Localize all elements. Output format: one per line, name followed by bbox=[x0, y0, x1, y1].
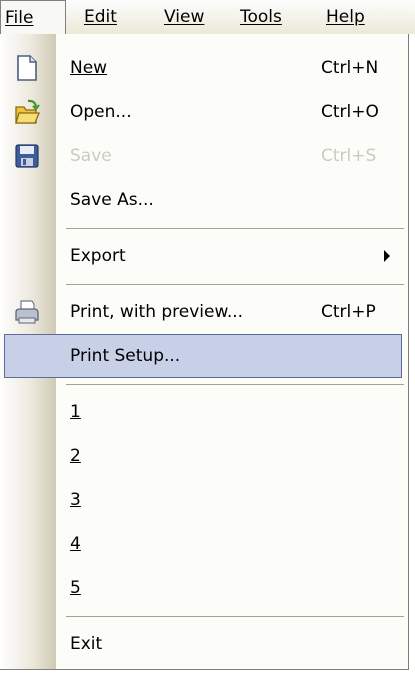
menu-item-label: 3 bbox=[70, 478, 81, 522]
menu-item-save-as[interactable]: Save As... bbox=[0, 178, 407, 222]
menu-item-label: 1 bbox=[70, 390, 81, 434]
menu-item-save: Save Ctrl+S bbox=[0, 134, 407, 178]
menu-item-label: 2 bbox=[70, 434, 81, 478]
shortcut-text: Ctrl+P bbox=[321, 302, 376, 322]
recent-file-item[interactable]: 2 bbox=[0, 434, 407, 478]
menu-item-label: New bbox=[70, 46, 107, 90]
menu-item-label: Export bbox=[70, 246, 126, 266]
recent-file-item[interactable]: 3 bbox=[0, 478, 407, 522]
menu-item-label: Exit bbox=[70, 634, 103, 654]
recent-file-item[interactable]: 4 bbox=[0, 522, 407, 566]
menu-separator bbox=[66, 284, 404, 285]
open-folder-icon bbox=[15, 99, 40, 124]
recent-number: 3 bbox=[70, 490, 81, 510]
menu-item-print-setup[interactable]: Print Setup... bbox=[4, 334, 402, 378]
shortcut-text: Ctrl+S bbox=[321, 146, 377, 166]
menu-item-label: 4 bbox=[70, 522, 81, 566]
shortcut-text: Ctrl+N bbox=[321, 58, 379, 78]
menu-item-open[interactable]: Open... Ctrl+O bbox=[0, 90, 407, 134]
recent-file-item[interactable]: 5 bbox=[0, 566, 407, 610]
menu-view[interactable]: View bbox=[164, 0, 204, 34]
menu-item-label: Print Setup... bbox=[70, 346, 181, 366]
floppy-disk-icon bbox=[15, 144, 39, 168]
menu-separator bbox=[66, 616, 404, 617]
menu-tools[interactable]: Tools bbox=[240, 0, 282, 34]
menu-item-label: Print, with preview... bbox=[70, 302, 244, 322]
recent-number: 1 bbox=[70, 402, 81, 422]
menu-item-label: Save bbox=[70, 146, 112, 166]
submenu-arrow-icon bbox=[384, 250, 390, 262]
new-label-text: New bbox=[70, 58, 108, 78]
recent-number: 2 bbox=[70, 446, 81, 466]
menu-file[interactable]: File bbox=[0, 0, 66, 34]
new-document-icon bbox=[17, 55, 37, 81]
menu-item-print-preview[interactable]: Print, with preview... Ctrl+P bbox=[0, 290, 407, 334]
printer-icon bbox=[15, 300, 39, 324]
shortcut-text: Ctrl+O bbox=[321, 102, 379, 122]
menu-edit[interactable]: Edit bbox=[84, 0, 117, 34]
menu-item-exit[interactable]: Exit bbox=[0, 622, 407, 666]
recent-file-item[interactable]: 1 bbox=[0, 390, 407, 434]
menu-bar: File Edit View Tools Help bbox=[0, 0, 415, 34]
menu-separator bbox=[66, 228, 404, 229]
menu-item-label: 5 bbox=[70, 566, 81, 610]
menu-separator bbox=[66, 384, 404, 385]
recent-number: 4 bbox=[70, 534, 81, 554]
file-dropdown-menu: New Ctrl+N Open... Ctrl+O Save Ctrl+S Sa… bbox=[0, 34, 409, 670]
recent-number: 5 bbox=[70, 578, 81, 598]
menu-item-label: Open... bbox=[70, 102, 132, 122]
menu-help[interactable]: Help bbox=[326, 0, 365, 34]
menu-item-label: Save As... bbox=[70, 190, 154, 210]
menu-item-new[interactable]: New Ctrl+N bbox=[0, 46, 407, 90]
menu-item-export[interactable]: Export bbox=[0, 234, 407, 278]
